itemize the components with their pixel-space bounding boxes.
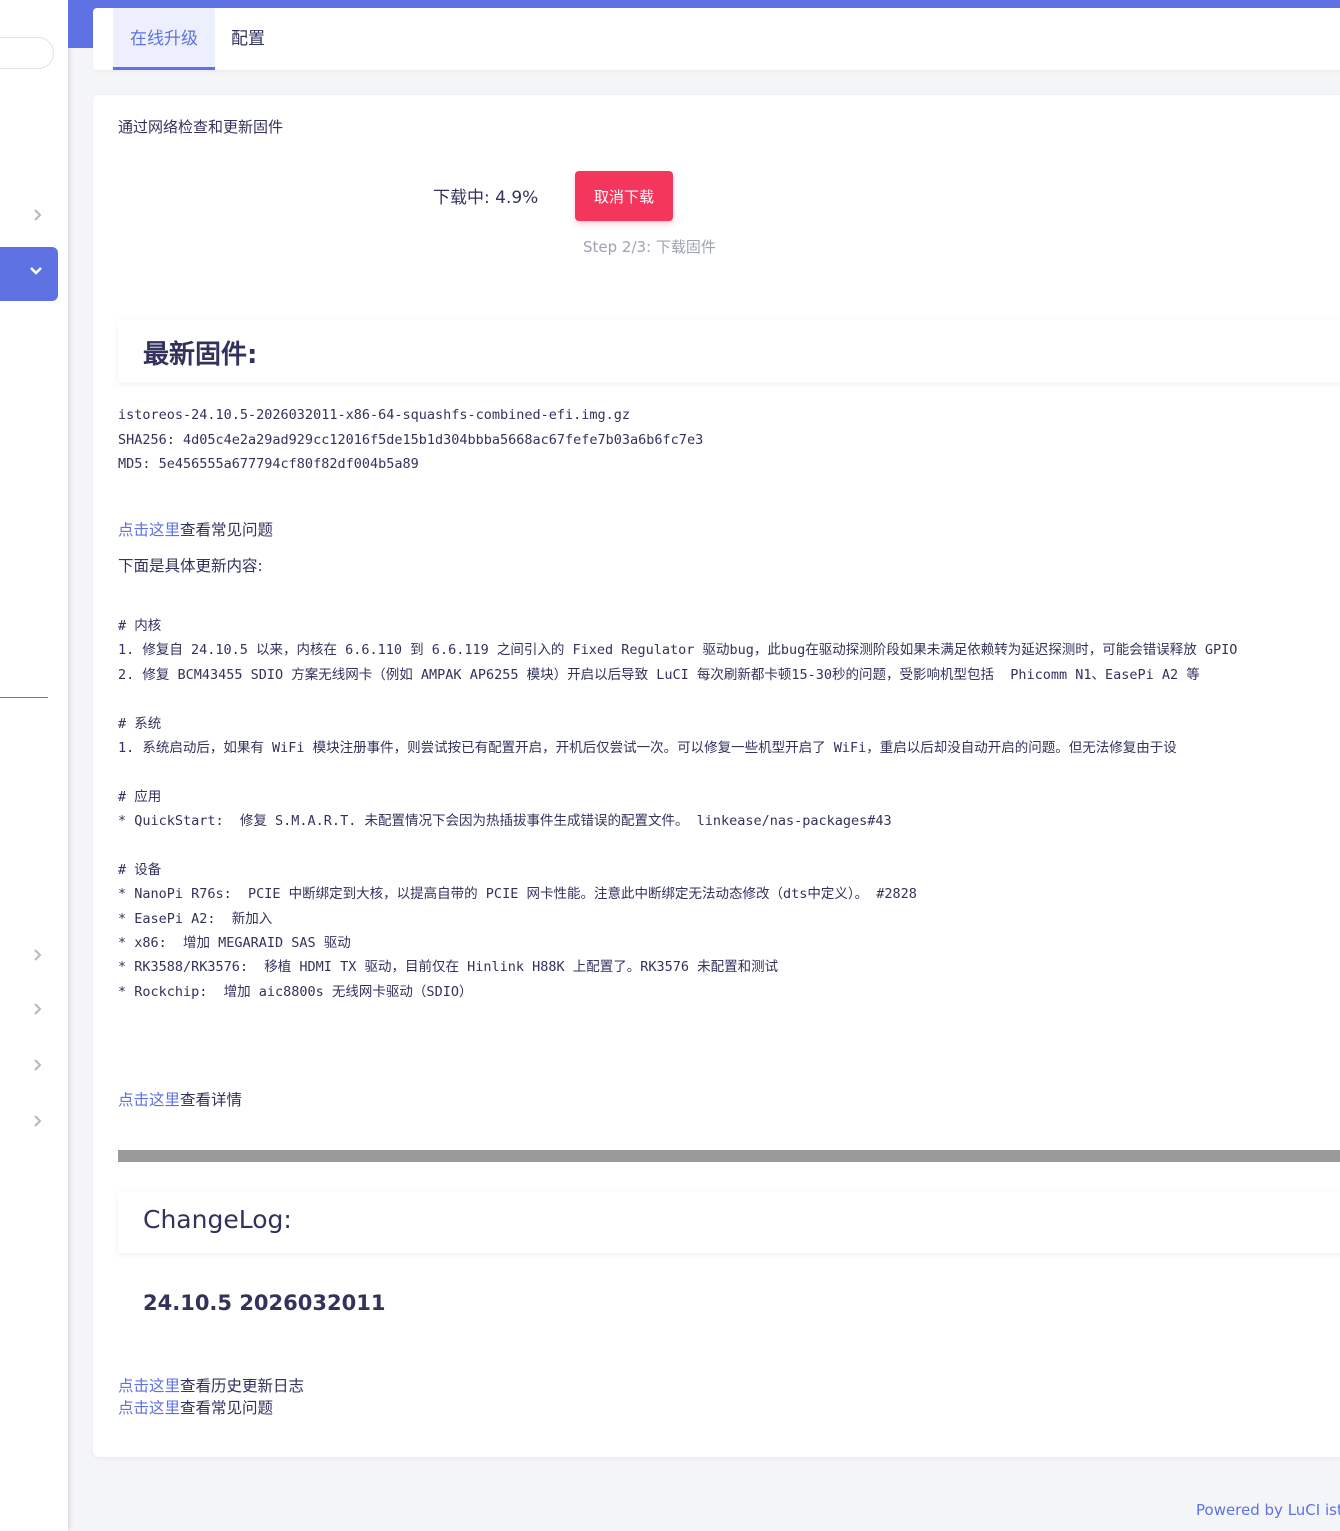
- cancel-download-button[interactable]: 取消下载: [575, 171, 673, 221]
- tab-online-upgrade[interactable]: 在线升级: [113, 8, 215, 70]
- page-description: 通过网络检查和更新固件: [118, 118, 284, 136]
- update-intro: 下面是具体更新内容:: [118, 557, 263, 575]
- update-content-line: # 设备: [118, 861, 162, 878]
- update-content-line: [118, 687, 1237, 711]
- update-content-line: * Rockchip: 增加 aic8800s 无线网卡驱动（SDIO）: [118, 983, 473, 1000]
- update-content: # 内核 1. 修复自 24.10.5 以来，内核在 6.6.110 到 6.6.…: [118, 614, 1237, 1004]
- footer-powered-by[interactable]: Powered by LuCI istoreos: [1196, 1501, 1340, 1519]
- latest-firmware-title: 最新固件:: [143, 340, 258, 370]
- update-content-line: 1. 修复自 24.10.5 以来，内核在 6.6.110 到 6.6.119 …: [118, 642, 1238, 659]
- tab-config[interactable]: 配置: [223, 8, 273, 70]
- section-divider-bar: [118, 1150, 1340, 1162]
- changelog-header: ChangeLog:: [118, 1191, 1340, 1253]
- history-link[interactable]: 点击这里: [118, 1377, 180, 1395]
- download-status-label: 下载中:: [433, 188, 496, 208]
- firmware-md5: MD5: 5e456555a677794cf80f82df004b5a89: [118, 456, 419, 472]
- chevron-right-icon[interactable]: [29, 1114, 47, 1132]
- update-content-line: # 内核: [118, 618, 162, 634]
- changelog-version: 24.10.5 2026032011: [143, 1291, 386, 1315]
- chevron-down-icon: [30, 267, 42, 275]
- tabs-card: 在线升级 配置: [93, 8, 1340, 70]
- faq-link[interactable]: 点击这里: [118, 521, 180, 539]
- update-content-line: # 系统: [118, 715, 162, 732]
- download-step: Step 2/3: 下载固件: [583, 238, 716, 256]
- update-content-line: * NanoPi R76s: PCIE 中断绑定到大核，以提高自带的 PCIE …: [118, 886, 917, 903]
- update-content-line: * QuickStart: 修复 S.M.A.R.T. 未配置情况下会因为热插拔…: [118, 813, 892, 830]
- main-card: 通过网络检查和更新固件 下载中: 4.9% 取消下载 Step 2/3: 下载固…: [93, 95, 1340, 1457]
- update-content-line: * RK3588/RK3576: 移植 HDMI TX 驱动，目前仅在 Hinl…: [118, 959, 779, 976]
- update-content-line: [118, 834, 1237, 858]
- update-content-line: 1. 系统启动后，如果有 WiFi 模块注册事件，则尝试按已有配置开启，开机后仅…: [118, 739, 1177, 756]
- update-content-line: # 应用: [118, 788, 162, 805]
- chevron-right-icon[interactable]: [29, 208, 47, 226]
- sidebar: [0, 0, 68, 1531]
- faq-line-2: 点击这里查看常见问题: [118, 1399, 274, 1417]
- latest-firmware-header: 最新固件:: [118, 320, 1340, 382]
- download-status: 下载中: 4.9%: [433, 183, 538, 208]
- update-content-line: 2. 修复 BCM43455 SDIO 方案无线网卡（例如 AMPAK AP62…: [118, 666, 1200, 683]
- faq-line: 点击这里查看常见问题: [118, 521, 274, 539]
- sidebar-search-input[interactable]: [0, 37, 54, 69]
- details-link[interactable]: 点击这里: [118, 1091, 180, 1109]
- faq-link-2[interactable]: 点击这里: [118, 1399, 180, 1417]
- firmware-filename: istoreos-24.10.5-2026032011-x86-64-squas…: [118, 407, 631, 423]
- download-progress: 4.9%: [495, 188, 539, 208]
- chevron-right-icon[interactable]: [29, 1058, 47, 1076]
- update-content-line: * EasePi A2: 新加入: [118, 910, 273, 927]
- update-content-line: [118, 760, 1237, 784]
- sidebar-item-active[interactable]: [0, 247, 58, 301]
- details-line: 点击这里查看详情: [118, 1091, 243, 1109]
- update-content-line: * x86: 增加 MEGARAID SAS 驱动: [118, 935, 351, 952]
- firmware-sha256: SHA256: 4d05c4e2a29ad929cc12016f5de15b1d…: [118, 431, 704, 448]
- changelog-title: ChangeLog:: [143, 1205, 292, 1234]
- sidebar-divider: [0, 697, 48, 698]
- chevron-right-icon[interactable]: [29, 948, 47, 966]
- history-line: 点击这里查看历史更新日志: [118, 1377, 305, 1395]
- chevron-right-icon[interactable]: [29, 1002, 47, 1020]
